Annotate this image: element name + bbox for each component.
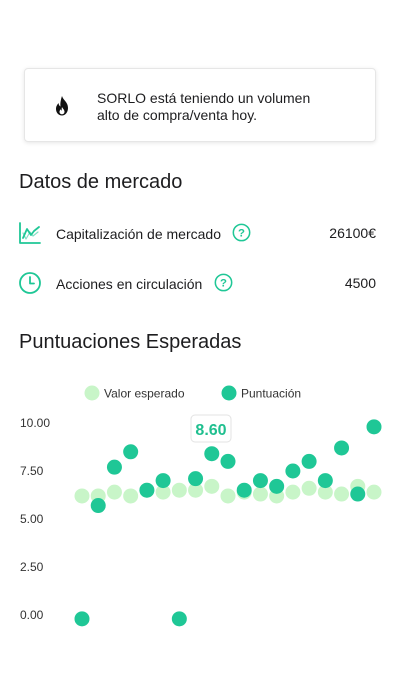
shares-outstanding-row: Acciones en circulación ? 4500: [18, 269, 378, 299]
series-score: [74, 419, 382, 627]
svg-text:?: ?: [238, 228, 245, 240]
expected-point[interactable]: [334, 486, 350, 502]
fire-icon: [56, 96, 68, 116]
expected-point[interactable]: [252, 486, 268, 502]
expected-point[interactable]: [74, 488, 90, 504]
market-cap-value: 26100€: [329, 225, 376, 241]
score-point[interactable]: [106, 459, 122, 475]
clock-icon: [19, 272, 41, 294]
y-tick-label: 2.50: [20, 560, 44, 574]
shares-outstanding-label: Acciones en circulación: [56, 276, 203, 292]
expected-scores-title: Puntuaciones Esperadas: [19, 331, 242, 353]
score-point[interactable]: [317, 473, 333, 489]
market-cap-label: Capitalización de mercado: [56, 226, 221, 242]
score-point[interactable]: [301, 453, 317, 469]
expected-point[interactable]: [106, 484, 122, 500]
score-point[interactable]: [252, 473, 268, 489]
help-icon[interactable]: ?: [214, 273, 233, 292]
score-point[interactable]: [350, 486, 366, 502]
chart-legend: Valor esperado Puntuación: [84, 385, 301, 401]
score-point[interactable]: [220, 453, 236, 469]
score-point[interactable]: [90, 498, 106, 514]
score-point[interactable]: [155, 473, 171, 489]
expected-point[interactable]: [171, 482, 187, 498]
y-tick-label: 10.00: [20, 416, 50, 430]
svg-text:?: ?: [220, 278, 227, 290]
market-data-title: Datos de mercado: [19, 171, 183, 193]
expected-point[interactable]: [301, 480, 317, 496]
y-tick-label: 5.00: [20, 512, 44, 526]
tooltip-value: 8.60: [195, 422, 226, 439]
alert-line-1: SORLO está teniendo un volumen: [97, 90, 311, 106]
chart-line-icon: [19, 222, 41, 244]
expected-point[interactable]: [366, 484, 382, 500]
expected-point[interactable]: [204, 478, 220, 494]
legend-label: Valor esperado: [104, 387, 185, 401]
score-point[interactable]: [334, 440, 350, 456]
y-tick-label: 0.00: [20, 608, 44, 622]
score-point[interactable]: [123, 444, 139, 460]
y-tick-label: 7.50: [20, 464, 44, 478]
score-point[interactable]: [171, 611, 187, 627]
legend-label: Puntuación: [241, 387, 301, 401]
expected-point[interactable]: [220, 488, 236, 504]
help-icon[interactable]: ?: [232, 223, 251, 242]
score-point[interactable]: [139, 482, 155, 498]
legend-marker: [221, 385, 237, 401]
market-cap-row: Capitalización de mercado ? 26100€: [18, 219, 378, 249]
score-point[interactable]: [366, 419, 382, 435]
legend-marker: [84, 385, 100, 401]
score-point[interactable]: [285, 463, 301, 479]
expected-scores-chart: Valor esperado Puntuación 0.00 2.50 5.00 7.5…: [20, 385, 382, 627]
score-point[interactable]: [269, 478, 285, 494]
score-point[interactable]: [204, 446, 220, 462]
series-expected: [74, 478, 382, 504]
chart-tooltip: 8.60: [190, 414, 232, 443]
score-point[interactable]: [188, 471, 204, 487]
alert-line-2: alto de compra/venta hoy.: [97, 107, 258, 123]
high-volume-alert-card: SORLO está teniendo un volumen alto de c…: [24, 68, 376, 142]
score-point[interactable]: [74, 611, 90, 627]
shares-outstanding-value: 4500: [344, 275, 376, 291]
expected-point[interactable]: [285, 484, 301, 500]
score-point[interactable]: [236, 482, 252, 498]
expected-point[interactable]: [123, 488, 139, 504]
y-axis: 0.00 2.50 5.00 7.50 10.00: [20, 416, 50, 622]
alert-message: SORLO está teniendo un volumen alto de c…: [97, 90, 357, 124]
